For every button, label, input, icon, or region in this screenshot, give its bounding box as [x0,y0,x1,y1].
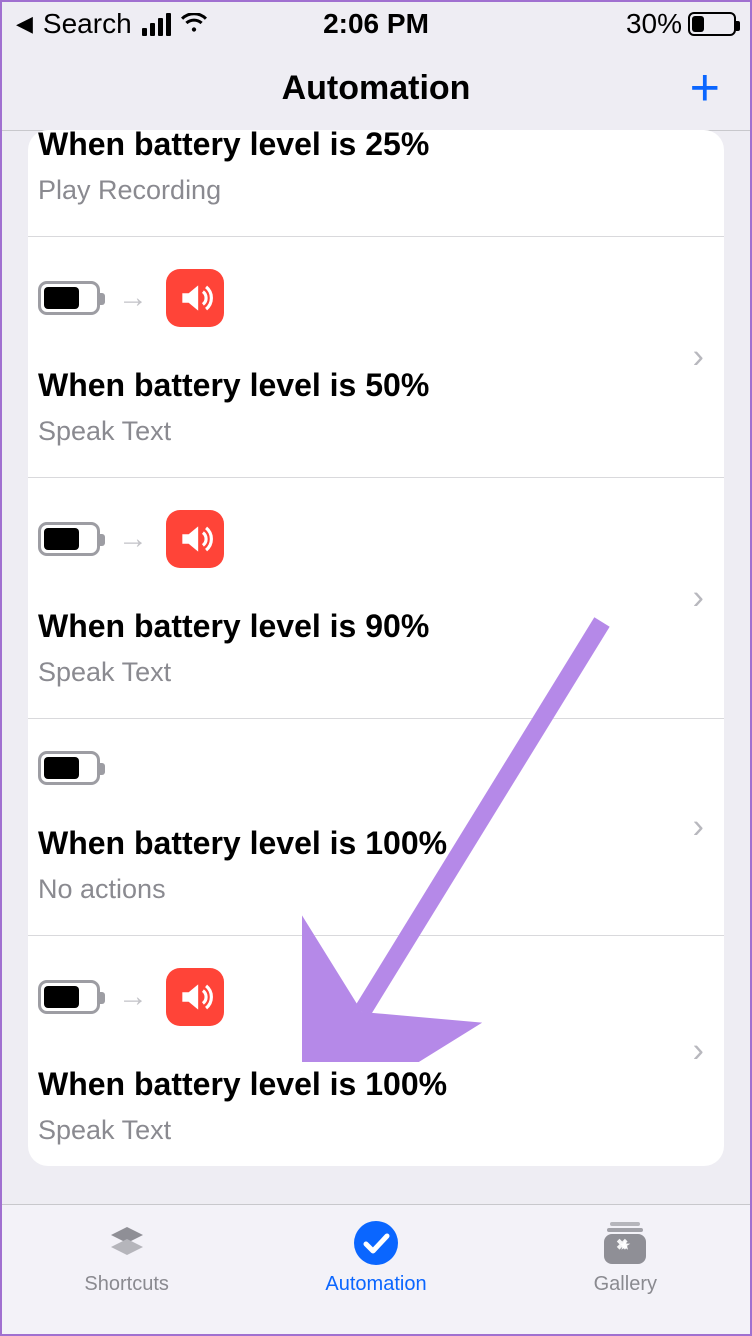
battery-icon [38,522,100,556]
battery-percent-label: 30% [626,8,682,40]
battery-fill [692,16,704,32]
arrow-right-icon: → [118,281,148,315]
automation-subtitle: No actions [38,874,696,905]
automation-title: When battery level is 100% [38,1066,696,1103]
automation-subtitle: Speak Text [38,1115,696,1146]
tab-label: Shortcuts [84,1273,168,1296]
automation-icon-line [38,751,696,785]
arrow-right-icon: → [118,522,148,556]
nav-bar: Automation + [2,46,750,131]
chevron-right-icon: › [693,579,704,618]
tab-gallery[interactable]: Gallery [545,1219,705,1296]
automation-list: When battery level is 25% Play Recording… [28,130,724,1166]
tab-label: Gallery [594,1273,657,1296]
automation-icon-line: → [38,510,696,568]
back-app-label: Search [43,8,132,40]
automation-row[interactable]: → When battery level is 50% Speak Text › [28,237,724,478]
automation-icon-line: → [38,968,696,1026]
automation-title: When battery level is 90% [38,608,696,645]
automation-subtitle: Speak Text [38,657,696,688]
speaker-icon [166,968,224,1026]
tab-shortcuts[interactable]: Shortcuts [47,1219,207,1296]
automation-subtitle: Play Recording [38,175,696,206]
automation-row[interactable]: When battery level is 25% Play Recording [28,130,724,237]
automation-icon [352,1219,400,1267]
status-right: 30% [626,8,736,40]
automation-icon-line: → [38,269,696,327]
back-caret-icon: ◀ [16,11,33,37]
status-time: 2:06 PM [323,8,429,40]
chevron-right-icon: › [693,1032,704,1071]
automation-subtitle: Speak Text [38,416,696,447]
tab-bar: Shortcuts Automation Gallery [2,1204,750,1334]
gallery-icon [600,1219,650,1267]
status-left[interactable]: ◀ Search [16,8,207,40]
chevron-right-icon: › [693,808,704,847]
shortcuts-icon [103,1219,151,1267]
battery-icon [38,281,100,315]
automation-row[interactable]: When battery level is 100% No actions › [28,719,724,936]
speaker-icon [166,510,224,568]
battery-icon [38,980,100,1014]
battery-icon [38,751,100,785]
wifi-icon [181,8,207,40]
automation-row[interactable]: → When battery level is 90% Speak Text › [28,478,724,719]
tab-automation[interactable]: Automation [296,1219,456,1296]
battery-status-icon [688,12,736,36]
speaker-icon [166,269,224,327]
status-bar: ◀ Search 2:06 PM 30% [2,2,750,46]
automation-title: When battery level is 50% [38,367,696,404]
page-title: Automation [282,69,471,108]
automation-title: When battery level is 25% [38,130,696,163]
automation-row[interactable]: → When battery level is 100% Speak Text … [28,936,724,1166]
chevron-right-icon: › [693,338,704,377]
arrow-right-icon: → [118,980,148,1014]
cellular-signal-icon [142,13,171,36]
plus-icon: + [690,59,720,117]
tab-label: Automation [325,1273,426,1296]
automation-title: When battery level is 100% [38,825,696,862]
